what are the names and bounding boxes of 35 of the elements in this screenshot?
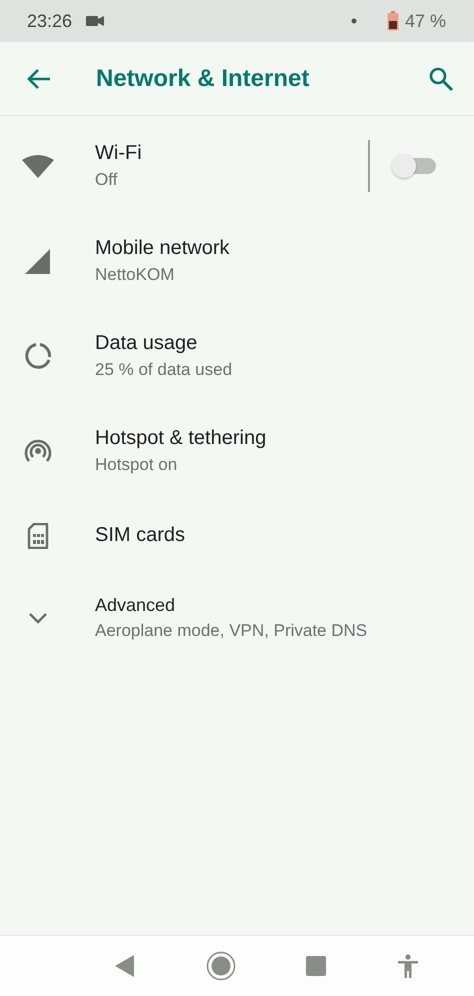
settings-item[interactable]: Hotspot & tethering Hotspot on bbox=[0, 403, 474, 498]
back-icon[interactable] bbox=[115, 955, 136, 977]
item-title: Mobile network bbox=[95, 236, 231, 260]
home-icon[interactable] bbox=[206, 951, 236, 981]
recents-icon[interactable] bbox=[306, 956, 326, 976]
sim-card-icon bbox=[26, 522, 48, 548]
accessibility-icon[interactable] bbox=[396, 954, 419, 978]
item-summary: Off bbox=[95, 170, 118, 190]
item-title: SIM cards bbox=[95, 524, 186, 547]
search-icon[interactable] bbox=[428, 66, 454, 92]
back-arrow-icon[interactable] bbox=[26, 68, 52, 90]
item-title: Wi-Fi bbox=[95, 142, 143, 164]
item-title: Data usage bbox=[95, 332, 198, 354]
item-summary: 25 % of data used bbox=[95, 360, 234, 380]
settings-item[interactable]: Advanced Aeroplane mode, VPN, Private DNS bbox=[0, 573, 474, 663]
data-usage-icon bbox=[24, 342, 52, 370]
chevron-down-icon bbox=[28, 612, 46, 624]
item-title: Hotspot & tethering bbox=[95, 426, 268, 450]
wifi-icon bbox=[22, 154, 54, 178]
page-title: Network & Internet bbox=[96, 64, 310, 92]
notification-dot-icon bbox=[350, 18, 357, 24]
settings-item[interactable]: Wi-Fi Off bbox=[0, 118, 474, 213]
settings-item[interactable]: Data usage 25 % of data used bbox=[0, 308, 474, 403]
item-title: Advanced bbox=[95, 595, 176, 616]
item-summary: Hotspot on bbox=[95, 454, 178, 474]
hotspot-icon bbox=[24, 438, 52, 464]
item-summary: Aeroplane mode, VPN, Private DNS bbox=[95, 621, 368, 641]
battery-icon bbox=[386, 11, 399, 31]
battery-percentage: 47 % bbox=[404, 10, 446, 32]
item-summary: NettoKOM bbox=[95, 264, 176, 284]
clock-time: 23:26 bbox=[27, 10, 72, 32]
video-camera-icon bbox=[86, 15, 104, 27]
signal-icon bbox=[24, 248, 50, 274]
settings-item[interactable]: SIM cards bbox=[0, 498, 474, 573]
settings-item[interactable]: Mobile network NettoKOM bbox=[0, 213, 474, 308]
